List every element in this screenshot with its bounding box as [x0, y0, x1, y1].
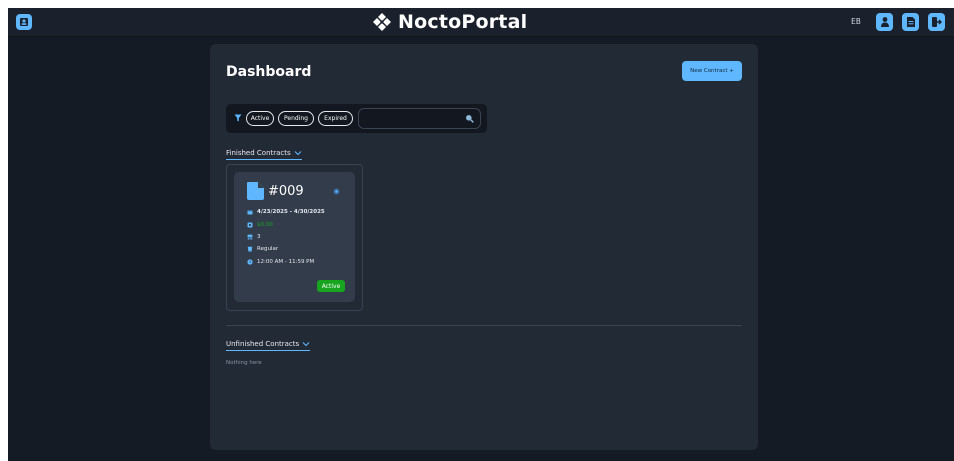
brand[interactable]: NoctoPortal [372, 11, 527, 33]
contract-time-row: 12:00 AM - 11:59 PM [247, 258, 314, 266]
contract-card[interactable]: #009 4/23/2025 - 4/30/2025 $0.00 3 Regul… [234, 172, 355, 302]
cup-icon [247, 246, 253, 252]
filter-pill-pending[interactable]: Pending [278, 111, 314, 126]
finished-contracts-toggle[interactable]: Finished Contracts [226, 149, 302, 160]
documents-button[interactable] [902, 13, 919, 31]
contract-type: Regular [257, 246, 279, 252]
chevron-down-icon [302, 342, 310, 347]
app-name: NoctoPortal [398, 11, 528, 33]
chevron-down-icon [294, 151, 302, 156]
logout-button[interactable] [928, 13, 945, 31]
document-icon [906, 17, 915, 27]
contract-date-row: 4/23/2025 - 4/30/2025 [247, 208, 325, 216]
dashboard-panel: Dashboard New Contract + Active Pending … [210, 44, 758, 450]
contract-time-range: 12:00 AM - 11:59 PM [257, 259, 315, 265]
unfinished-contracts-label: Unfinished Contracts [226, 340, 300, 348]
page-title: Dashboard [226, 64, 312, 80]
eye-icon[interactable] [333, 188, 340, 195]
logout-icon [932, 17, 942, 27]
money-icon [247, 222, 253, 228]
profile-button[interactable] [876, 13, 893, 31]
clock-icon [247, 259, 253, 265]
contract-seats: 3 [257, 234, 261, 240]
search-icon[interactable] [465, 114, 474, 123]
unfinished-contracts-toggle[interactable]: Unfinished Contracts [226, 340, 311, 351]
section-divider [226, 325, 742, 326]
user-icon [880, 17, 889, 27]
filter-icon[interactable] [234, 114, 242, 122]
filter-bar: Active Pending Expired [226, 104, 487, 133]
finished-contracts-label: Finished Contracts [226, 149, 291, 157]
status-badge: Active [317, 280, 345, 292]
app-window: NoctoPortal EB Dashboard New Contract + [8, 8, 954, 461]
filter-pill-active[interactable]: Active [246, 111, 274, 126]
top-navbar: NoctoPortal EB [8, 8, 954, 37]
contract-amount-row: $0.00 [247, 221, 273, 229]
contract-seats-row: 3 [247, 233, 261, 241]
portal-home-icon [20, 18, 28, 26]
contract-card-container: #009 4/23/2025 - 4/30/2025 $0.00 3 Regul… [226, 164, 363, 311]
contract-id: #009 [268, 184, 304, 199]
empty-state-text: Nothing here [226, 360, 262, 366]
document-icon [247, 182, 264, 200]
search-box [358, 108, 481, 129]
calendar-icon [247, 210, 253, 215]
language-switch[interactable]: EB [851, 17, 861, 26]
group-icon [247, 234, 253, 240]
contract-type-row: Regular [247, 245, 278, 253]
new-contract-button[interactable]: New Contract + [682, 61, 742, 81]
search-input[interactable] [365, 112, 461, 125]
contract-date-range: 4/23/2025 - 4/30/2025 [257, 209, 325, 215]
logo-icon [373, 13, 391, 31]
contract-amount: $0.00 [257, 222, 273, 228]
portal-home-button[interactable] [16, 14, 32, 30]
filter-pill-expired[interactable]: Expired [318, 111, 353, 126]
